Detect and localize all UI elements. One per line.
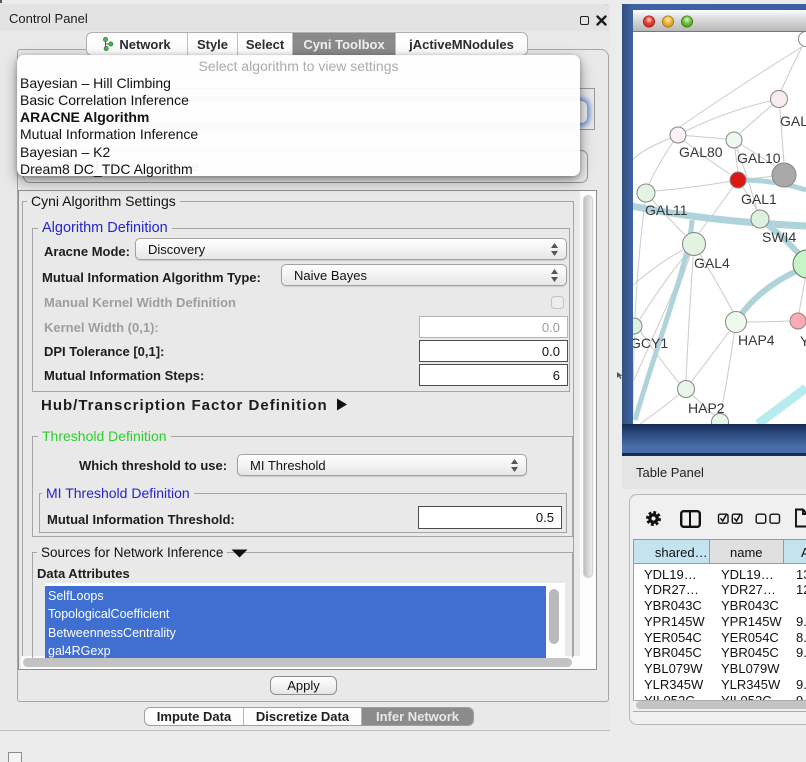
svg-text:GAL11: GAL11 [645,202,688,218]
svg-text:HAP4: HAP4 [738,332,775,348]
svg-text:GAL7: GAL7 [780,113,806,129]
svg-text:GAL1: GAL1 [741,191,777,207]
svg-text:GAL4: GAL4 [694,255,730,271]
svg-text:GAL80: GAL80 [679,144,723,160]
svg-text:GAL10: GAL10 [737,150,781,166]
svg-text:SWI4: SWI4 [762,229,796,245]
svg-text:Y: Y [800,333,806,349]
svg-text:GCY1: GCY1 [633,335,668,351]
svg-text:HAP2: HAP2 [688,400,725,416]
